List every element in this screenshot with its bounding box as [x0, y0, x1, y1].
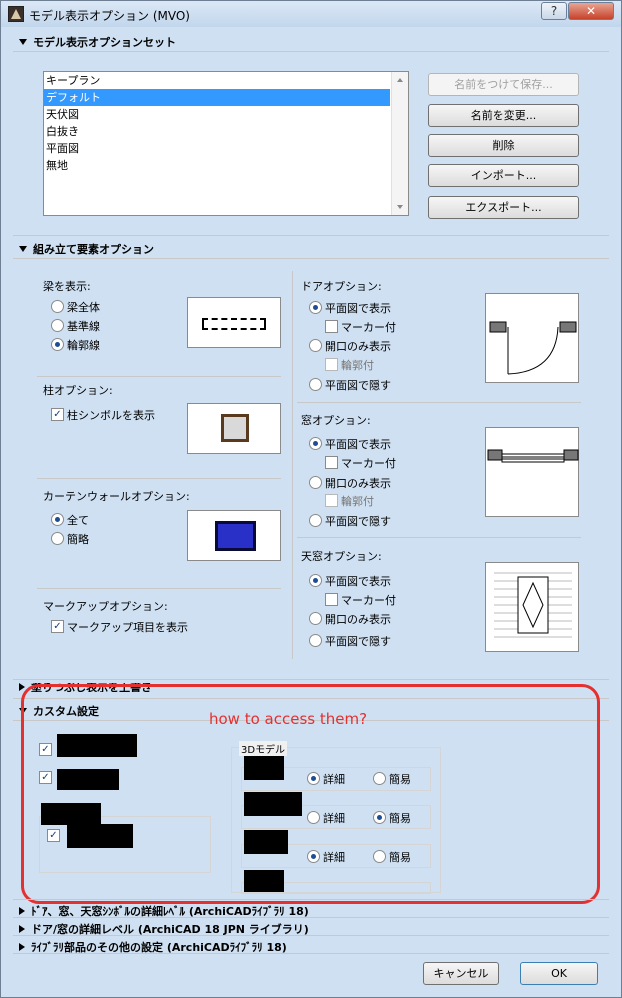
chevron-right-icon	[19, 925, 25, 933]
skylight-show-label: 平面図で表示	[325, 575, 391, 588]
door-hide-label: 平面図で隠す	[325, 379, 391, 392]
beam-preview	[187, 297, 281, 348]
chevron-down-icon	[19, 39, 27, 45]
door-outline-label: 輪郭付	[341, 359, 374, 372]
section-label: 組み立て要素オプション	[33, 243, 154, 256]
cancel-button[interactable]: キャンセル	[423, 962, 499, 985]
annotation-text: how to access them?	[209, 710, 368, 728]
door-show-label: 平面図で表示	[325, 302, 391, 315]
skylight-marker-checkbox[interactable]	[325, 593, 338, 606]
beam-full-label: 梁全体	[67, 301, 100, 314]
door-marker-label: マーカー付	[341, 321, 396, 334]
skylight-symbol-image	[494, 572, 572, 638]
column-symbol-image	[221, 414, 249, 442]
door-hide-radio[interactable]	[309, 378, 322, 391]
beam-refline-radio[interactable]	[51, 319, 64, 332]
window-marker-checkbox[interactable]	[325, 456, 338, 469]
beam-title: 梁を表示:	[43, 280, 91, 293]
window-opening-label: 開口のみ表示	[325, 477, 391, 490]
beam-outline-image	[202, 318, 266, 330]
rename-button[interactable]: 名前を変更...	[428, 104, 579, 127]
beam-refline-label: 基準線	[67, 320, 100, 333]
section-label: モデル表示オプションセット	[33, 36, 176, 49]
beam-full-radio[interactable]	[51, 300, 64, 313]
column-symbol-label: 柱シンボルを表示	[67, 409, 155, 422]
skylight-hide-radio[interactable]	[309, 634, 322, 647]
import-button[interactable]: インポート...	[428, 164, 579, 187]
help-button[interactable]: ?	[541, 2, 567, 20]
archicad-app-icon	[8, 6, 24, 22]
list-item[interactable]: キープラン	[44, 72, 408, 89]
window-outline-label: 輪郭付	[341, 495, 374, 508]
section-label: ﾄﾞｱ、窓、天窓ｼﾝﾎﾞﾙの詳細ﾚﾍﾞﾙ (ArchiCADﾗｲﾌﾞﾗﾘ 18)	[31, 905, 309, 918]
window-show-radio[interactable]	[309, 437, 322, 450]
door-show-radio[interactable]	[309, 301, 322, 314]
window-title-label: 窓オプション:	[301, 414, 371, 427]
window-outline-checkbox[interactable]	[325, 494, 338, 507]
door-title: ドアオプション:	[301, 280, 382, 293]
skylight-preview	[485, 562, 579, 652]
curtainwall-title: カーテンウォールオプション:	[43, 490, 190, 503]
door-marker-checkbox[interactable]	[325, 320, 338, 333]
chevron-right-icon	[19, 907, 25, 915]
curtainwall-simple-label: 簡略	[67, 533, 89, 546]
skylight-show-radio[interactable]	[309, 574, 322, 587]
save-as-button[interactable]: 名前をつけて保存...	[428, 73, 579, 96]
mvo-set-list[interactable]: キープラン デフォルト 天伏図 白抜き 平面図 無地	[43, 71, 409, 216]
chevron-down-icon	[19, 246, 27, 252]
door-opening-label: 開口のみ表示	[325, 340, 391, 353]
beam-outline-label: 輪郭線	[67, 339, 100, 352]
list-item[interactable]: 白抜き	[44, 123, 408, 140]
door-preview	[485, 293, 579, 383]
scroll-up-icon[interactable]	[397, 78, 403, 82]
construction-section-header[interactable]: 組み立て要素オプション	[19, 241, 154, 257]
curtainwall-all-label: 全て	[67, 514, 89, 527]
column-symbol-checkbox[interactable]: ✓	[51, 408, 64, 421]
list-item[interactable]: 天伏図	[44, 106, 408, 123]
column-preview	[187, 403, 281, 454]
markup-items-checkbox[interactable]: ✓	[51, 620, 64, 633]
curtainwall-simple-radio[interactable]	[51, 532, 64, 545]
window-hide-label: 平面図で隠す	[325, 515, 391, 528]
ok-button[interactable]: OK	[520, 962, 598, 985]
skylight-title: 天窓オプション:	[301, 550, 382, 563]
chevron-right-icon	[19, 943, 25, 951]
column-title: 柱オプション:	[43, 384, 113, 397]
library-symbol-detail-section[interactable]: ﾄﾞｱ、窓、天窓ｼﾝﾎﾞﾙの詳細ﾚﾍﾞﾙ (ArchiCADﾗｲﾌﾞﾗﾘ 18)	[19, 903, 309, 919]
delete-button[interactable]: 削除	[428, 134, 579, 157]
window-show-label: 平面図で表示	[325, 438, 391, 451]
curtainwall-image	[215, 521, 256, 551]
skylight-marker-label: マーカー付	[341, 594, 396, 607]
door-opening-radio[interactable]	[309, 339, 322, 352]
door-outline-checkbox[interactable]	[325, 358, 338, 371]
door-symbol-image	[489, 321, 577, 375]
close-button[interactable]: ✕	[568, 2, 614, 20]
window-hide-radio[interactable]	[309, 514, 322, 527]
export-button[interactable]: エクスポート...	[428, 196, 579, 219]
curtainwall-preview	[187, 510, 281, 561]
skylight-opening-label: 開口のみ表示	[325, 613, 391, 626]
markup-title: マークアップオプション:	[43, 600, 168, 613]
list-item[interactable]: 無地	[44, 157, 408, 174]
curtainwall-all-radio[interactable]	[51, 513, 64, 526]
dialog-window: モデル表示オプション (MVO) ? ✕ モデル表示オプションセット キープラン…	[0, 0, 622, 998]
beam-outline-radio[interactable]	[51, 338, 64, 351]
window-title: モデル表示オプション (MVO)	[29, 9, 190, 23]
skylight-hide-label: 平面図で隠す	[325, 635, 391, 648]
window-symbol-image	[487, 449, 579, 463]
skylight-opening-radio[interactable]	[309, 612, 322, 625]
window-preview	[485, 427, 579, 517]
scroll-down-icon[interactable]	[397, 205, 403, 209]
markup-items-label: マークアップ項目を表示	[67, 621, 188, 634]
list-item-selected[interactable]: デフォルト	[44, 89, 390, 106]
window-marker-label: マーカー付	[341, 457, 396, 470]
mvo-set-section-header[interactable]: モデル表示オプションセット	[19, 34, 176, 50]
list-item[interactable]: 平面図	[44, 140, 408, 157]
window-opening-radio[interactable]	[309, 476, 322, 489]
list-scrollbar[interactable]	[391, 72, 408, 215]
title-bar[interactable]: モデル表示オプション (MVO) ? ✕	[1, 1, 621, 27]
